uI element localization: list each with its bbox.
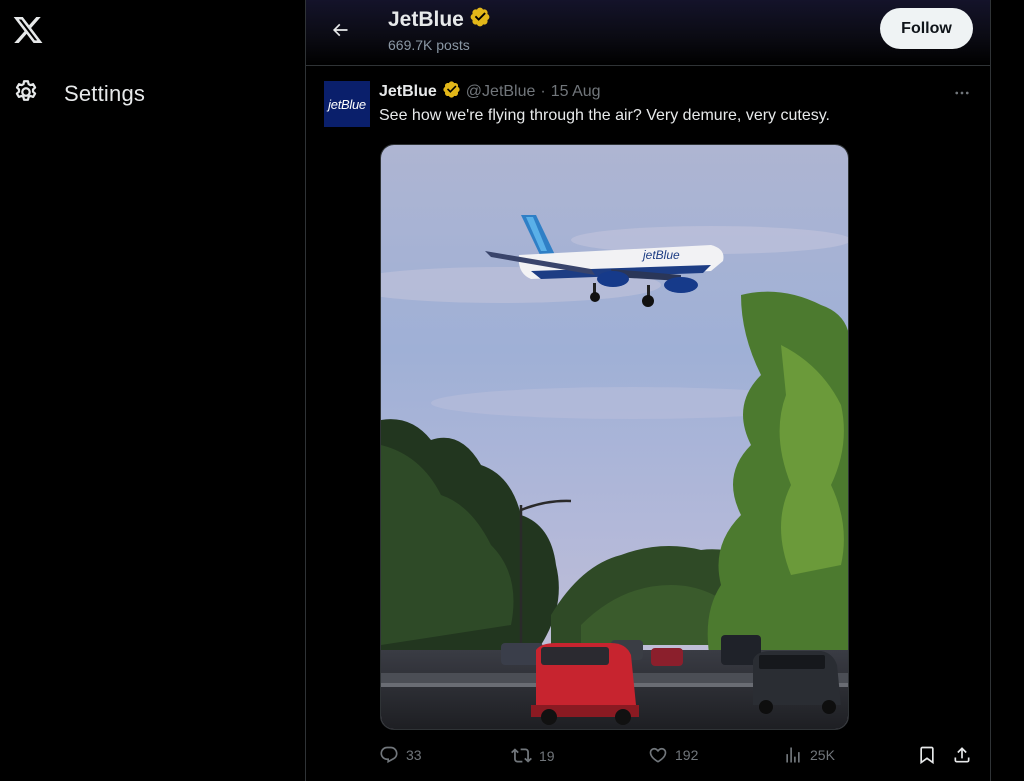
posts-count: 669.7K posts <box>388 37 470 53</box>
reply-icon <box>380 746 398 764</box>
views-icon <box>786 747 800 763</box>
reply-count: 33 <box>406 747 422 763</box>
tweet-header: JetBlue @JetBlue · 15 Aug <box>379 81 601 103</box>
verified-badge-icon <box>442 80 461 104</box>
bookmark-icon <box>920 746 934 765</box>
repost-button[interactable]: 19 <box>511 745 555 766</box>
svg-text:jetBlue: jetBlue <box>641 248 680 262</box>
tweet-author[interactable]: JetBlue <box>379 83 437 101</box>
nav-settings-label: Settings <box>64 81 146 106</box>
column-divider-right <box>990 0 991 781</box>
more-horizontal-icon <box>955 91 969 95</box>
profile-title: JetBlue <box>388 6 491 33</box>
share-button[interactable] <box>952 745 972 765</box>
profile-header: JetBlue 669.7K posts Follow <box>306 0 990 66</box>
tweet-actions: 33 19 192 25K <box>379 745 979 769</box>
like-button[interactable]: 192 <box>648 745 698 765</box>
views-count: 25K <box>810 747 835 763</box>
like-count: 192 <box>675 747 699 763</box>
tweet-text: See how we're flying through the air? Ve… <box>379 107 830 124</box>
follow-button[interactable]: Follow <box>880 8 973 49</box>
nav-settings[interactable]: Settings <box>12 78 145 110</box>
avatar[interactable]: jetBlue <box>324 81 370 127</box>
bookmark-button[interactable] <box>917 745 937 765</box>
avatar-logo-text: jetBlue <box>328 96 366 112</box>
views-button[interactable]: 25K <box>783 745 835 765</box>
more-options-button[interactable] <box>948 81 976 105</box>
x-logo-icon[interactable] <box>12 14 44 46</box>
repost-icon <box>511 748 532 763</box>
tweet-separator: · <box>540 83 546 100</box>
repost-count: 19 <box>539 747 555 764</box>
tweet-date[interactable]: 15 Aug <box>551 83 601 101</box>
gear-icon <box>12 78 40 111</box>
arrow-left-icon <box>332 23 348 37</box>
tweet-handle[interactable]: @JetBlue <box>466 83 536 101</box>
tweet-media-image[interactable]: jetBlue <box>380 144 849 730</box>
reply-button[interactable]: 33 <box>379 745 422 765</box>
share-icon <box>954 747 970 763</box>
plane-photo: jetBlue <box>381 145 848 729</box>
back-button[interactable] <box>324 14 356 46</box>
verified-badge-icon <box>469 6 491 33</box>
heart-icon <box>649 747 667 763</box>
tweet[interactable]: jetBlue JetBlue @JetBlue · 15 Aug See ho… <box>306 67 990 781</box>
profile-name: JetBlue <box>388 7 464 31</box>
left-nav: Settings <box>0 0 305 781</box>
